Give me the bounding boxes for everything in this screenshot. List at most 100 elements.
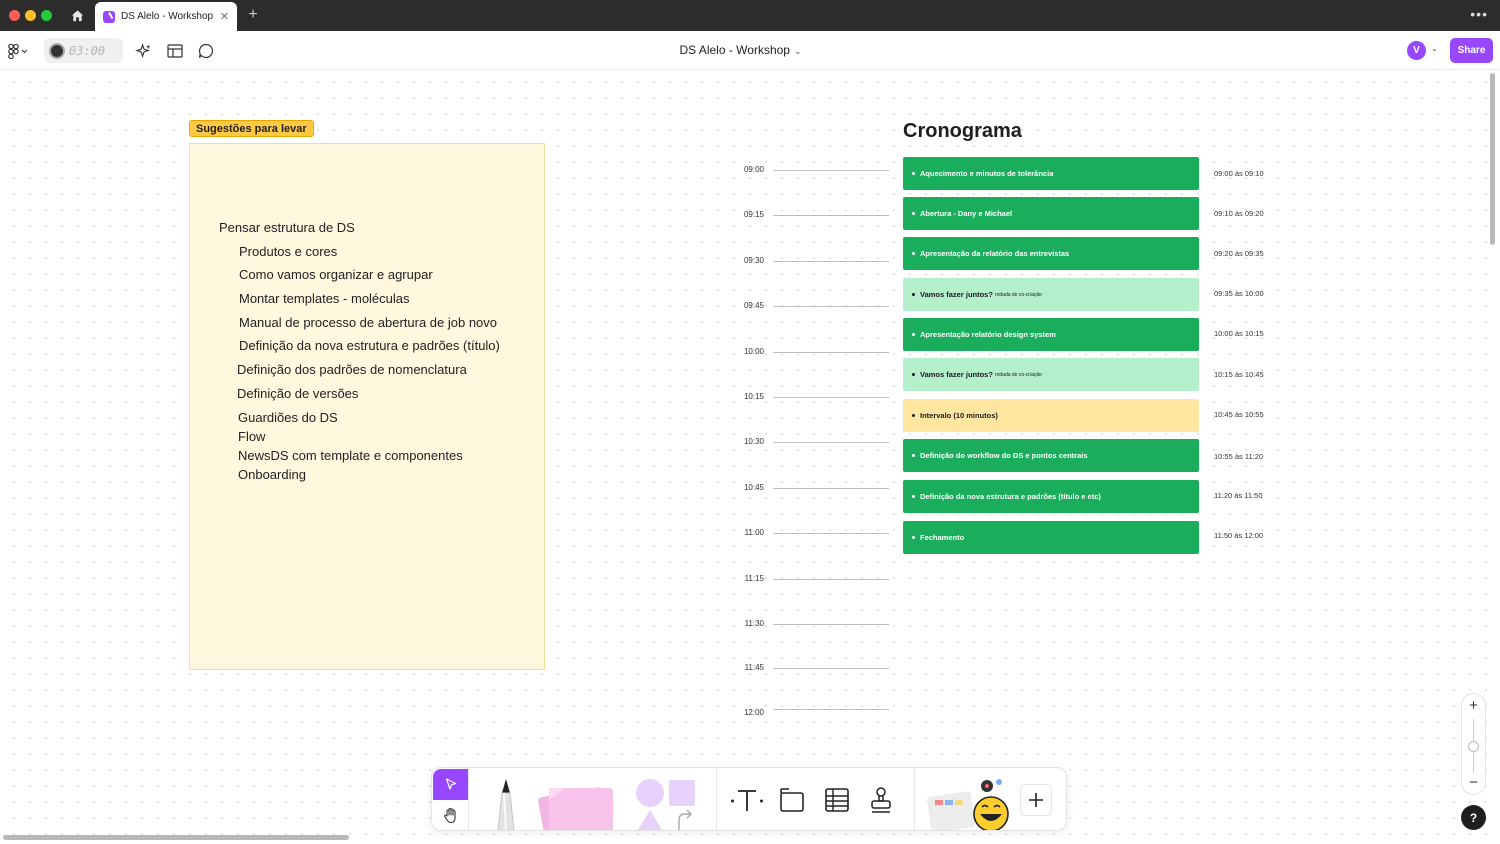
more-options-icon[interactable]: ••• [1470, 6, 1488, 22]
schedule-block[interactable]: Apresentação da relatório das entrevista… [903, 237, 1199, 270]
stickers-emoji-icon [927, 779, 1009, 830]
toolbar-divider [914, 768, 915, 830]
time-label: 11:45 [744, 663, 764, 672]
time-label: 11:15 [744, 574, 764, 583]
time-label: 11:30 [744, 619, 764, 628]
time-label: 10:15 [743, 392, 764, 401]
schedule-title[interactable]: Cronograma [903, 120, 1022, 143]
schedule-block[interactable]: Fechamento [903, 521, 1199, 554]
schedule-block-label: Definição da nova estrutura e padrões (t… [920, 492, 1101, 501]
schedule-time-range: 09:20 às 09:35 [1214, 249, 1264, 258]
more-tools-button[interactable] [1020, 784, 1052, 816]
schedule-time-range: 10:00 às 10:15 [1214, 329, 1264, 338]
maximize-window-button[interactable] [41, 10, 52, 21]
note-line: Produtos e cores [239, 244, 338, 259]
horizontal-scrollbar[interactable] [3, 835, 349, 840]
tab-close-icon[interactable]: ✕ [220, 10, 229, 23]
note-line: Manual de processo de abertura de job no… [239, 315, 498, 330]
schedule-time-range: 11:20 às 11:50 [1214, 491, 1263, 500]
zoom-in-button[interactable]: + [1462, 697, 1485, 714]
bullet [912, 212, 915, 215]
schedule-time-range: 11:50 às 12:00 [1214, 531, 1264, 540]
stamp-tool-button[interactable] [864, 783, 898, 817]
user-avatar[interactable]: V [1407, 41, 1426, 60]
schedule-block[interactable]: Vamos fazer juntos? rodada de co-criação [903, 278, 1199, 311]
help-button[interactable]: ? [1461, 805, 1486, 830]
note-line: Definição de versões [237, 386, 359, 401]
note-line: Onboarding [238, 467, 306, 482]
section-tool-button[interactable] [775, 783, 809, 817]
editor-toolbar: 03:00 DS Alelo - Workshop ⌄ V ⌄ Share [0, 31, 1500, 70]
time-gridline [773, 709, 889, 710]
sticky-note-stack-icon [538, 787, 613, 830]
close-window-button[interactable] [9, 10, 20, 21]
time-gridline [773, 261, 889, 262]
vertical-scrollbar[interactable] [1490, 73, 1495, 245]
whiteboard-canvas[interactable]: Sugestões para levar Pensar estrutura de… [0, 70, 1500, 844]
time-gridline [773, 306, 889, 307]
home-button[interactable] [62, 0, 92, 31]
bullet [912, 293, 915, 296]
marker-tool-button[interactable] [482, 774, 530, 830]
table-tool-button[interactable] [820, 783, 854, 817]
tab-ds-alelo-workshop[interactable]: DS Alelo - Workshop ✕ [95, 2, 237, 31]
note-line: Definição da nova estrutura e padrões (t… [239, 338, 500, 353]
schedule-block[interactable]: Intervalo (10 minutos) [903, 399, 1199, 432]
bullet [912, 172, 915, 175]
chevron-down-icon: ⌄ [793, 46, 802, 56]
time-gridline [773, 442, 889, 443]
time-label: 09:30 [743, 256, 764, 265]
schedule-block-sublabel: rodada de co-criação [994, 371, 1042, 378]
schedule-block-label: Apresentação da relatório das entrevista… [920, 249, 1070, 258]
text-icon [731, 790, 763, 811]
note-line: Montar templates - moléculas [239, 291, 410, 306]
schedule-block[interactable]: Abertura - Dany e Michael [903, 197, 1199, 230]
schedule-block[interactable]: Vamos fazer juntos? rodada de co-criação [903, 358, 1199, 391]
schedule-block-label: Vamos fazer juntos? [920, 290, 993, 299]
minimize-window-button[interactable] [25, 10, 36, 21]
text-tool-button[interactable] [730, 783, 764, 817]
file-title-text: DS Alelo - Workshop [679, 43, 790, 57]
schedule-block-label: Vamos fazer juntos? [920, 370, 993, 379]
bullet [912, 536, 915, 539]
marker-icon [497, 779, 515, 830]
zoom-control: + − [1461, 693, 1486, 795]
hand-tool-button[interactable] [433, 800, 468, 830]
time-label: 10:30 [743, 437, 764, 446]
toolbar-divider [716, 768, 717, 830]
note-line: Como vamos organizar e agrupar [239, 267, 433, 282]
note-line: Definição dos padrões de nomenclatura [237, 362, 467, 377]
schedule-time-range: 10:15 às 10:45 [1214, 370, 1264, 379]
schedule-block[interactable]: Apresentação relatório design system [903, 318, 1199, 351]
schedule-time-range: 09:10 às 09:20 [1214, 209, 1264, 218]
schedule-block[interactable]: Definição da nova estrutura e padrões (t… [903, 480, 1199, 513]
section-label-sticker[interactable]: Sugestões para levar [189, 120, 314, 137]
home-icon [71, 10, 83, 22]
section-frame-icon [780, 788, 804, 812]
sticky-note-tool-button[interactable] [536, 778, 624, 830]
bullet [912, 333, 915, 336]
new-tab-plus-icon[interactable]: + [244, 6, 262, 24]
schedule-block[interactable]: Definição do workflow do DS e pontos cen… [903, 439, 1199, 472]
cursor-icon [445, 778, 456, 790]
shape-tool-button[interactable] [630, 776, 702, 830]
stamp-icon [871, 787, 891, 813]
sticky-note-suggestions[interactable]: Pensar estrutura de DS Produtos e cores … [189, 143, 545, 670]
schedule-block-label: Apresentação relatório design system [920, 330, 1056, 339]
file-title-menu[interactable]: DS Alelo - Workshop ⌄ [0, 43, 1481, 57]
figjam-file-icon [103, 10, 115, 23]
figjam-app: DS Alelo - Workshop ✕ + ••• 03:00 DS Ale… [0, 0, 1500, 844]
shapes-icon [636, 779, 695, 830]
zoom-slider-knob[interactable] [1468, 741, 1479, 752]
move-tool-button[interactable] [433, 769, 468, 800]
schedule-block[interactable]: Aquecimento e minutos de tolerância [903, 157, 1199, 190]
time-label: 09:45 [743, 301, 764, 310]
note-line: Pensar estrutura de DS [219, 220, 355, 235]
schedule-block-sublabel: rodada de co-criação [994, 291, 1042, 298]
chevron-down-icon[interactable]: ⌄ [1431, 44, 1438, 53]
share-button[interactable]: Share [1450, 38, 1493, 63]
widgets-stickers-button[interactable] [926, 774, 1014, 830]
time-gridline [773, 352, 889, 353]
zoom-out-button[interactable]: − [1462, 774, 1485, 791]
bullet [912, 373, 915, 376]
